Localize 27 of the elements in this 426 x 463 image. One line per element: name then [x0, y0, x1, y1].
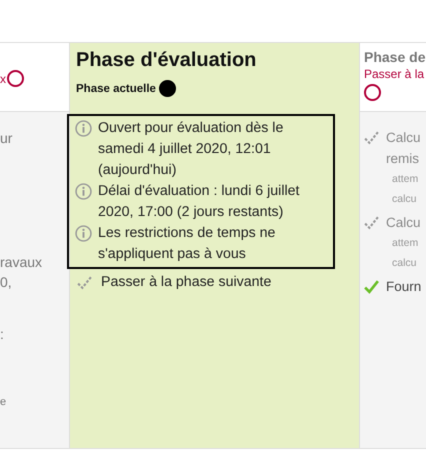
body-text: ur [0, 129, 14, 148]
phase-title: Phase de [364, 49, 426, 65]
phase-switch-link[interactable]: x [0, 72, 6, 86]
task-label: Fourn [386, 278, 422, 296]
body-text: : [0, 325, 5, 344]
task-label: Calcu [386, 129, 421, 147]
task-detail: attem [391, 236, 420, 251]
body-text: 0, [0, 273, 13, 292]
info-text: Les restrictions de temps ne s'appliquent pas à vous [98, 224, 276, 264]
info-text: Délai d'évaluation : lundi 6 juillet 2020, 17:00 (2 jours restants) [98, 182, 300, 222]
body-text: e [0, 395, 8, 410]
phase-title: Phase d'évaluation [76, 49, 258, 72]
phase-status: Phase actuelle [76, 82, 156, 94]
phase-switch-icon[interactable] [7, 70, 24, 87]
info-icon [75, 120, 92, 137]
task-detail: attem [391, 172, 420, 187]
phase-switch-link[interactable]: Passer à la [364, 67, 426, 81]
info-icon [75, 183, 92, 200]
info-icon [75, 225, 92, 242]
task-label: remis [386, 150, 420, 168]
phase-switch-icon[interactable] [364, 84, 381, 101]
task-label: Passer à la phase suivante [101, 273, 272, 292]
task-detail: calcu [391, 192, 418, 207]
task-detail: calcu [391, 256, 418, 271]
info-text: Ouvert pour évaluation dès le samedi 4 juillet 2020, 12:01 (aujourd'hui) [98, 119, 284, 180]
task-label: Calcu [386, 214, 421, 232]
body-text: ravaux [0, 253, 44, 272]
